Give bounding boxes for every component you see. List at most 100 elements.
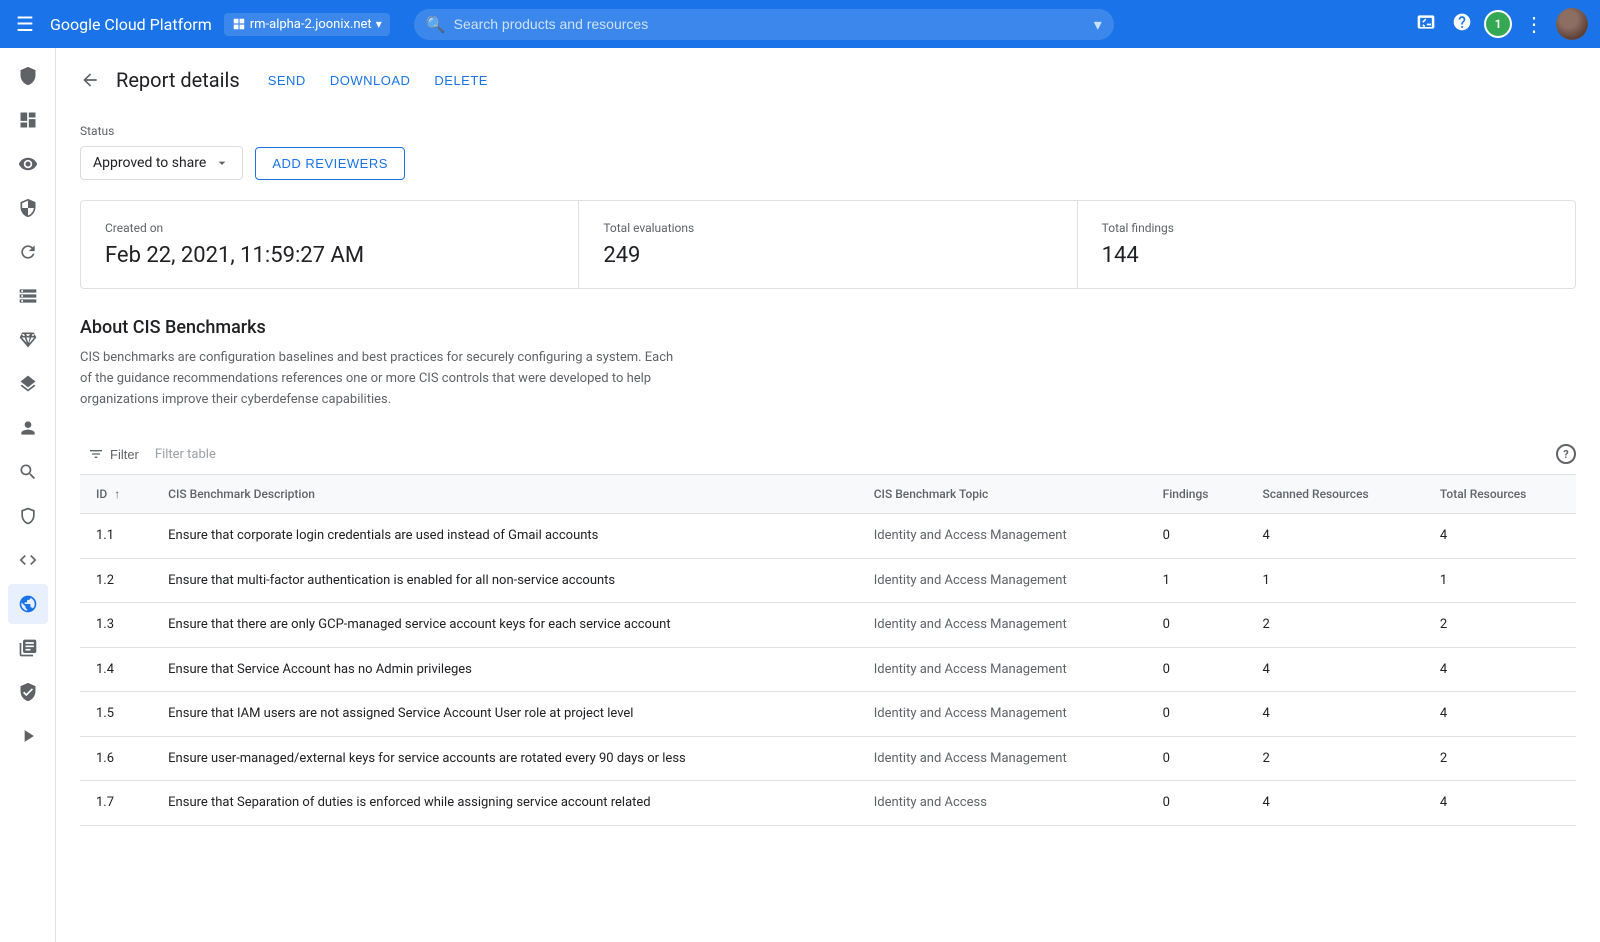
about-section: About CIS Benchmarks CIS benchmarks are …	[80, 317, 1576, 410]
status-value: Approved to share	[93, 155, 206, 171]
table-row[interactable]: 1.4 Ensure that Service Account has no A…	[80, 647, 1576, 692]
sidebar-item-globe[interactable]	[8, 584, 48, 624]
data-table: ID ↑ CIS Benchmark Description CIS Bench…	[80, 474, 1576, 826]
status-row: Approved to share ADD REVIEWERS	[80, 146, 1576, 180]
table-row[interactable]: 1.6 Ensure user-managed/external keys fo…	[80, 736, 1576, 781]
project-dropdown-icon: ▾	[376, 17, 382, 31]
notification-badge[interactable]: 1	[1484, 10, 1512, 38]
delete-button[interactable]: DELETE	[430, 69, 492, 92]
nav-icons: 1 ⋮	[1412, 8, 1588, 41]
sidebar-item-shield2[interactable]	[8, 496, 48, 536]
main-content: Report details SEND DOWNLOAD DELETE Stat…	[56, 48, 1600, 942]
sidebar-item-search-list[interactable]	[8, 628, 48, 668]
sidebar-item-arrow-right[interactable]	[8, 716, 48, 756]
sidebar-item-dashboard[interactable]	[8, 100, 48, 140]
cell-total: 4	[1424, 692, 1576, 737]
header-actions: SEND DOWNLOAD DELETE	[264, 69, 492, 92]
cell-topic: Identity and Access Management	[858, 692, 1147, 737]
table-header: ID ↑ CIS Benchmark Description CIS Bench…	[80, 475, 1576, 514]
back-button[interactable]	[80, 70, 100, 90]
sidebar-item-storage[interactable]	[8, 276, 48, 316]
created-on-label: Created on	[105, 221, 554, 235]
sort-arrow-icon: ↑	[114, 487, 120, 501]
brand-name: Google Cloud Platform	[50, 15, 212, 34]
more-options-icon[interactable]: ⋮	[1520, 8, 1548, 40]
sidebar-item-visibility[interactable]	[8, 144, 48, 184]
table-row[interactable]: 1.5 Ensure that IAM users are not assign…	[80, 692, 1576, 737]
send-button[interactable]: SEND	[264, 69, 310, 92]
cell-scanned: 1	[1247, 558, 1424, 603]
total-findings-value: 144	[1102, 243, 1551, 268]
cell-id: 1.2	[80, 558, 152, 603]
status-section: Status Approved to share ADD REVIEWERS	[80, 124, 1576, 180]
cell-total: 2	[1424, 736, 1576, 781]
search-bar[interactable]: 🔍 ▾	[414, 9, 1114, 40]
cell-topic: Identity and Access Management	[858, 558, 1147, 603]
table-row[interactable]: 1.2 Ensure that multi-factor authenticat…	[80, 558, 1576, 603]
avatar[interactable]	[1556, 8, 1588, 40]
project-selector[interactable]: rm-alpha-2.joonix.net ▾	[224, 13, 390, 36]
created-on-card: Created on Feb 22, 2021, 11:59:27 AM	[81, 201, 579, 288]
cell-scanned: 4	[1247, 692, 1424, 737]
cell-scanned: 4	[1247, 647, 1424, 692]
table-row[interactable]: 1.1 Ensure that corporate login credenti…	[80, 514, 1576, 559]
col-scanned: Scanned Resources	[1247, 475, 1424, 514]
cell-description: Ensure that Separation of duties is enfo…	[152, 781, 858, 826]
sidebar-item-layers[interactable]	[8, 364, 48, 404]
sidebar-item-shield[interactable]	[8, 56, 48, 96]
cell-findings: 1	[1147, 558, 1247, 603]
stats-cards: Created on Feb 22, 2021, 11:59:27 AM Tot…	[80, 200, 1576, 289]
cell-scanned: 2	[1247, 736, 1424, 781]
sidebar-item-search-circle[interactable]	[8, 452, 48, 492]
cell-id: 1.7	[80, 781, 152, 826]
project-name: rm-alpha-2.joonix.net	[250, 17, 372, 32]
cell-topic: Identity and Access	[858, 781, 1147, 826]
cell-id: 1.4	[80, 647, 152, 692]
total-evaluations-value: 249	[603, 243, 1052, 268]
help-icon[interactable]	[1448, 8, 1476, 41]
cell-topic: Identity and Access Management	[858, 736, 1147, 781]
cell-description: Ensure that corporate login credentials …	[152, 514, 858, 559]
cell-findings: 0	[1147, 781, 1247, 826]
page-header: Report details SEND DOWNLOAD DELETE	[80, 68, 1576, 100]
cell-description: Ensure user-managed/external keys for se…	[152, 736, 858, 781]
cell-description: Ensure that there are only GCP-managed s…	[152, 603, 858, 648]
sidebar-item-security[interactable]	[8, 188, 48, 228]
sidebar	[0, 48, 56, 942]
table-row[interactable]: 1.7 Ensure that Separation of duties is …	[80, 781, 1576, 826]
sidebar-item-person[interactable]	[8, 408, 48, 448]
sidebar-item-code[interactable]	[8, 540, 48, 580]
table-help-icon[interactable]: ?	[1556, 444, 1576, 464]
total-findings-label: Total findings	[1102, 221, 1551, 235]
col-id[interactable]: ID ↑	[80, 475, 152, 514]
about-title: About CIS Benchmarks	[80, 317, 1576, 338]
sidebar-item-diamond[interactable]	[8, 320, 48, 360]
filter-label: Filter	[110, 447, 139, 462]
status-dropdown[interactable]: Approved to share	[80, 146, 243, 180]
console-icon[interactable]	[1412, 8, 1440, 41]
search-icon: 🔍	[426, 15, 446, 34]
search-input[interactable]	[454, 16, 1086, 32]
page-title: Report details	[116, 68, 240, 92]
filter-bar: Filter Filter table ?	[80, 434, 1576, 474]
cell-topic: Identity and Access Management	[858, 647, 1147, 692]
total-findings-card: Total findings 144	[1078, 201, 1575, 288]
cell-scanned: 4	[1247, 781, 1424, 826]
cell-description: Ensure that IAM users are not assigned S…	[152, 692, 858, 737]
total-evaluations-card: Total evaluations 249	[579, 201, 1077, 288]
about-text: CIS benchmarks are configuration baselin…	[80, 348, 680, 410]
table-row[interactable]: 1.3 Ensure that there are only GCP-manag…	[80, 603, 1576, 648]
hamburger-menu[interactable]: ☰	[12, 8, 38, 40]
download-button[interactable]: DOWNLOAD	[326, 69, 415, 92]
filter-button[interactable]: Filter	[80, 442, 147, 466]
col-description: CIS Benchmark Description	[152, 475, 858, 514]
cell-scanned: 2	[1247, 603, 1424, 648]
sidebar-item-shield3[interactable]	[8, 672, 48, 712]
filter-placeholder[interactable]: Filter table	[155, 447, 216, 462]
add-reviewers-button[interactable]: ADD REVIEWERS	[255, 147, 405, 180]
cell-total: 4	[1424, 781, 1576, 826]
cell-id: 1.1	[80, 514, 152, 559]
search-expand-icon[interactable]: ▾	[1094, 15, 1102, 34]
sidebar-item-refresh[interactable]	[8, 232, 48, 272]
cell-description: Ensure that Service Account has no Admin…	[152, 647, 858, 692]
